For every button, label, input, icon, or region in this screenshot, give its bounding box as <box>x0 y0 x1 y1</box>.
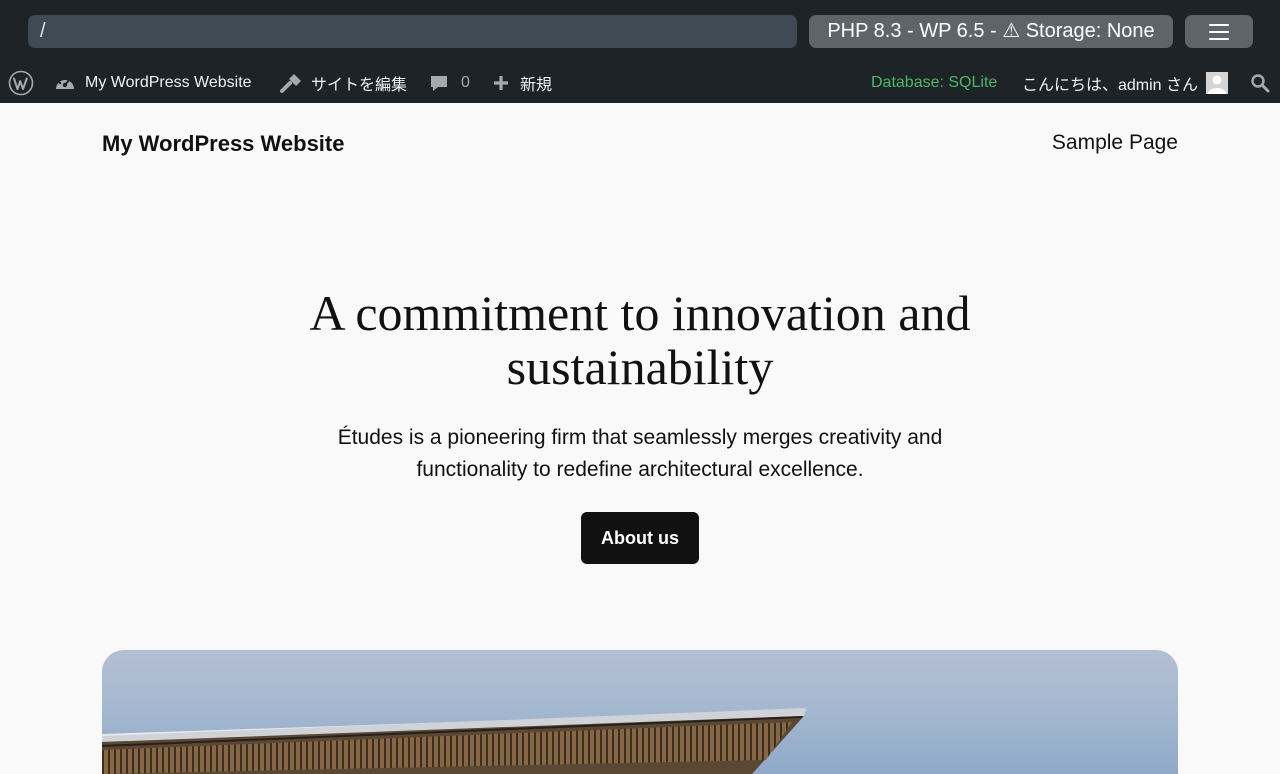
edit-site-link[interactable]: サイトを編集 <box>279 62 407 103</box>
hero-description: Études is a pioneering firm that seamles… <box>290 422 990 486</box>
new-content-menu[interactable]: 新規 <box>492 62 552 103</box>
hero-heading: A commitment to innovation and sustainab… <box>240 286 1040 394</box>
wordpress-logo-icon <box>8 70 34 96</box>
hero-description-line-2: functionality to redefine architectural … <box>416 458 864 481</box>
menu-button[interactable] <box>1185 15 1253 48</box>
environment-info-button[interactable]: PHP 8.3 - WP 6.5 - ⚠ Storage: None <box>809 15 1173 48</box>
edit-site-label: サイトを編集 <box>311 76 408 94</box>
hero-heading-line-2: sustainability <box>506 339 774 395</box>
hero-heading-line-1: A commitment to innovation and <box>309 285 971 341</box>
comment-icon <box>429 73 449 93</box>
about-us-button[interactable]: About us <box>581 512 699 564</box>
greeting-label: こんにちは、admin さん <box>1022 76 1199 94</box>
playground-toolbar: / PHP 8.3 - WP 6.5 - ⚠ Storage: None <box>0 0 1280 62</box>
hero-image <box>102 650 1178 774</box>
database-status: Database: SQLite <box>871 62 997 103</box>
plus-icon <box>492 74 510 92</box>
new-content-label: 新規 <box>520 76 553 94</box>
wp-admin-bar: My WordPress Website サイトを編集 0 新規 Databas… <box>0 62 1280 103</box>
site-title[interactable]: My WordPress Website <box>102 131 344 157</box>
comments-count: 0 <box>461 73 470 91</box>
dashboard-icon <box>54 73 76 93</box>
url-input[interactable]: / <box>28 15 797 48</box>
brush-icon <box>279 72 303 94</box>
database-status-label: Database: SQLite <box>871 73 998 91</box>
avatar <box>1206 71 1229 94</box>
site-name-menu[interactable]: My WordPress Website <box>54 62 252 103</box>
building-roof-illustration <box>102 708 808 774</box>
hero-description-line-1: Études is a pioneering firm that seamles… <box>337 426 943 449</box>
search-icon <box>1250 73 1270 93</box>
my-account-menu[interactable]: こんにちは、admin さん <box>1022 62 1229 103</box>
hamburger-icon <box>1209 23 1229 40</box>
wp-logo-menu[interactable] <box>8 62 34 103</box>
site-name-label: My WordPress Website <box>85 73 252 91</box>
search-button[interactable] <box>1250 62 1270 103</box>
nav-item-sample-page[interactable]: Sample Page <box>1052 131 1178 155</box>
comments-link[interactable]: 0 <box>429 62 470 103</box>
